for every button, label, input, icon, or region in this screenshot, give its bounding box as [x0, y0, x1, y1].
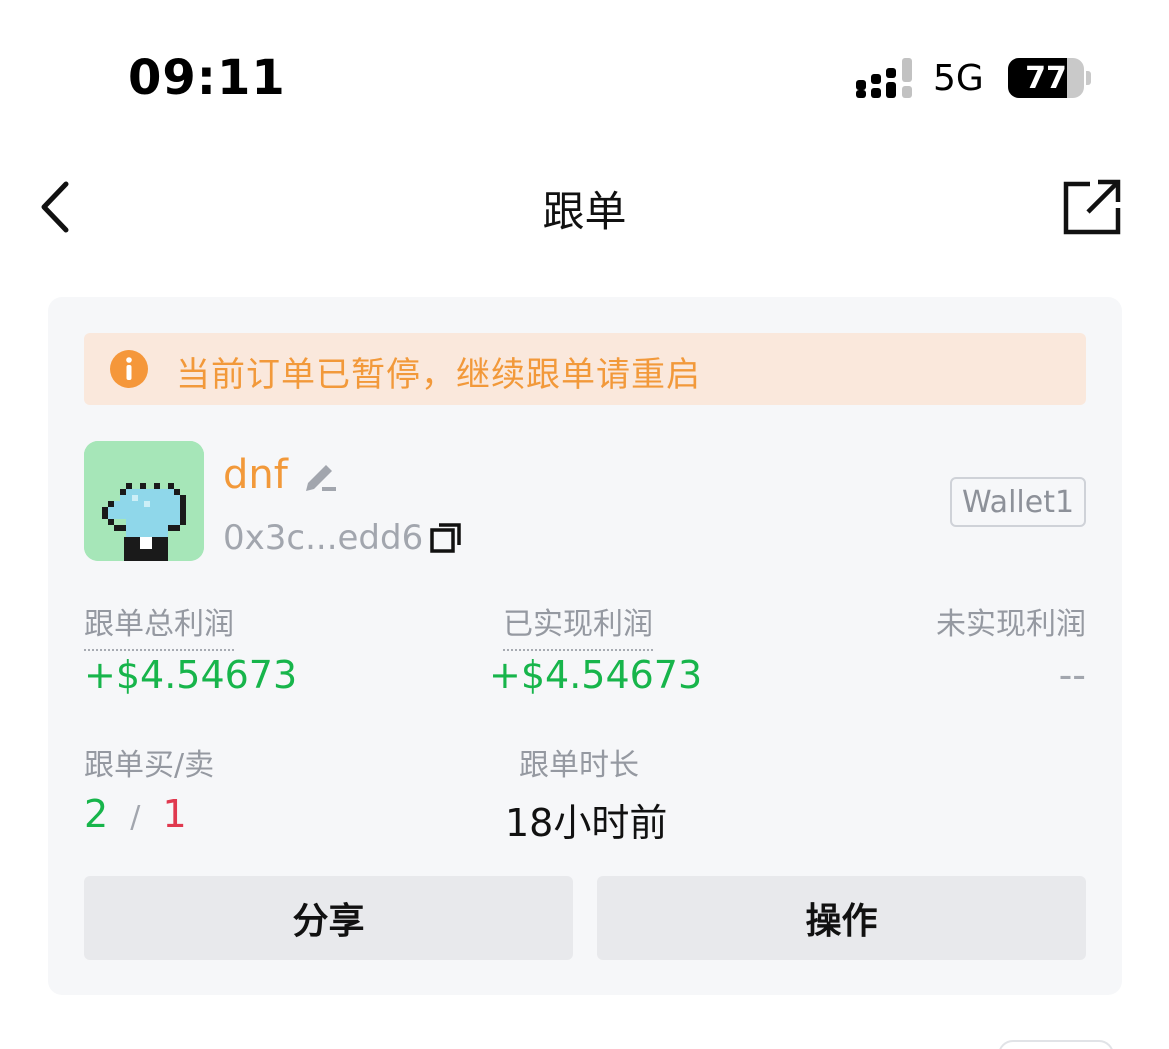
next-item-edge	[998, 1040, 1114, 1049]
battery-percent: 77	[1025, 60, 1067, 96]
network-type: 5G	[933, 58, 984, 99]
sell-count: 1	[162, 792, 187, 836]
avatar-pixel-art	[84, 441, 204, 561]
battery-nub	[1086, 71, 1091, 85]
notice-text: 当前订单已暂停，继续跟单请重启	[176, 355, 701, 395]
trader-name: dnf	[223, 452, 288, 498]
realized-profit-value: +$4.54673	[489, 653, 703, 697]
status-time: 09:11	[128, 50, 286, 106]
share-external-icon[interactable]	[1062, 178, 1122, 236]
buy-sell-label: 跟单买/卖	[84, 748, 215, 783]
duration-label: 跟单时长	[519, 748, 639, 783]
share-button[interactable]: 分享	[84, 876, 573, 960]
avatar	[84, 441, 204, 561]
paused-notice: 当前订单已暂停，继续跟单请重启	[84, 333, 1086, 405]
edit-icon[interactable]	[302, 457, 338, 493]
info-icon	[110, 350, 148, 388]
unrealized-profit-value: --	[1058, 653, 1086, 697]
signal-icon	[856, 58, 912, 98]
realized-profit-label[interactable]: 已实现利润	[503, 599, 653, 651]
wallet-badge: Wallet1	[950, 477, 1086, 527]
wallet-address: 0x3c...edd6	[223, 518, 424, 558]
copy-icon[interactable]	[429, 521, 463, 555]
buy-count: 2	[84, 792, 109, 836]
duration-value: 18小时前	[505, 801, 668, 845]
page-title: 跟单	[542, 187, 627, 236]
buy-sell-value: 2 / 1	[84, 792, 187, 836]
buy-sell-separator: /	[130, 800, 141, 835]
total-profit-label[interactable]: 跟单总利润	[84, 599, 234, 651]
battery-icon: 77	[1008, 58, 1084, 98]
operate-button[interactable]: 操作	[597, 876, 1086, 960]
unrealized-profit-label: 未实现利润	[936, 607, 1086, 642]
copy-trade-card: 当前订单已暂停，继续跟单请重启 dnf 0x3c...edd6 Wallet1 …	[48, 297, 1122, 995]
total-profit-value: +$4.54673	[84, 653, 298, 697]
status-bar: 09:11 5G 77	[0, 0, 1169, 150]
